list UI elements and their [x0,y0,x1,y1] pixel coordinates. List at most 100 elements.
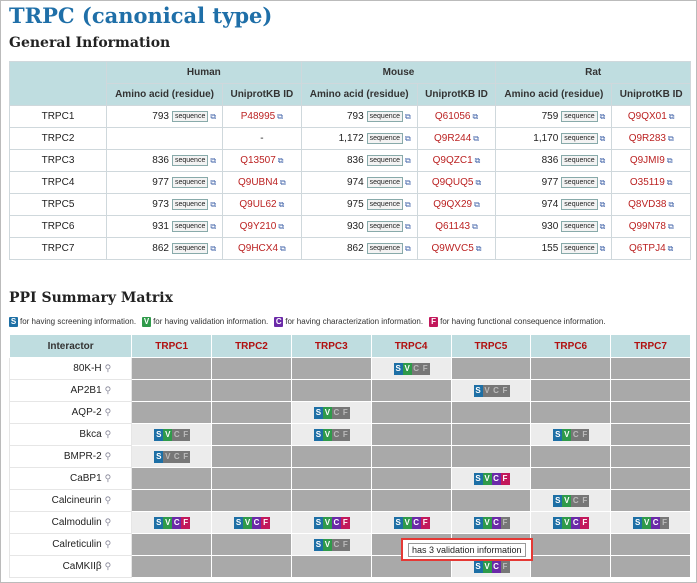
badge-v[interactable]: V [482,560,492,573]
sequence-link[interactable]: sequence [561,198,598,210]
badge-c[interactable]: C [571,494,581,507]
badge-f[interactable]: F [181,516,191,529]
badge-f[interactable]: F [340,406,350,419]
sequence-link[interactable]: sequence [366,198,403,210]
badge-f[interactable]: F [500,472,510,485]
matrix-cell[interactable]: SVCF [530,489,612,512]
evidence-badges[interactable]: SVCF [154,428,191,441]
sequence-link[interactable]: sequence [171,176,209,188]
matrix-cell[interactable]: SVCF [290,533,372,556]
badge-s[interactable]: S [393,362,403,375]
matrix-cell[interactable]: SVCF [290,423,372,446]
matrix-cell[interactable]: SVCF [450,511,532,534]
badge-s[interactable]: S [473,560,483,573]
badge-s[interactable]: S [473,384,483,397]
interactor-name[interactable]: Bkca [79,429,101,440]
badge-c[interactable]: C [252,516,262,529]
evidence-badges[interactable]: SVCF [313,538,350,551]
badge-s[interactable]: S [553,516,563,529]
badge-v[interactable]: V [243,516,253,529]
badge-s[interactable]: S [154,428,164,441]
evidence-badges[interactable]: SVCF [154,450,191,463]
badge-v[interactable]: V [322,516,332,529]
matrix-cell[interactable]: SVCF [450,467,532,490]
uniprot-link[interactable]: Q61056 [435,111,471,122]
badge-v[interactable]: V [322,428,332,441]
badge-f[interactable]: F [340,516,350,529]
evidence-badges[interactable]: SVCF [313,516,350,529]
evidence-badges[interactable]: SVCF [234,516,271,529]
badge-s[interactable]: S [313,428,323,441]
badge-v[interactable]: V [482,472,492,485]
uniprot-link[interactable]: Q9QZC1 [433,155,473,166]
uniprot-link[interactable]: Q9QX01 [628,111,667,122]
matrix-cell[interactable]: SVCF [131,511,213,534]
search-icon[interactable]: ⚲ [105,363,112,373]
badge-f[interactable]: F [500,384,510,397]
badge-s[interactable]: S [473,472,483,485]
matrix-cell[interactable]: SVCF [290,401,372,424]
uniprot-link[interactable]: Q9WVC5 [432,243,474,254]
badge-f[interactable]: F [261,516,271,529]
badge-c[interactable]: C [331,428,341,441]
interactor-name[interactable]: AQP-2 [72,407,102,418]
evidence-badges[interactable]: SVCF [393,362,430,375]
interactor-name[interactable]: CaMKIIβ [63,561,102,572]
matrix-cell[interactable]: SVCF [131,423,213,446]
badge-f[interactable]: F [500,516,510,529]
badge-v[interactable]: V [163,450,173,463]
badge-c[interactable]: C [331,538,341,551]
matrix-cell[interactable]: SVCF [370,511,452,534]
badge-f[interactable]: F [181,450,191,463]
sequence-link[interactable]: sequence [171,154,209,166]
uniprot-link[interactable]: Q9Y210 [240,221,277,232]
uniprot-link[interactable]: Q9R244 [434,133,471,144]
evidence-badges[interactable]: SVCF [154,516,191,529]
matrix-cell[interactable]: SVCF [290,511,372,534]
search-icon[interactable]: ⚲ [105,473,112,483]
evidence-badges[interactable]: SVCF [553,516,590,529]
interactor-name[interactable]: CaBP1 [70,473,102,484]
sequence-link[interactable]: sequence [561,220,598,232]
evidence-badges[interactable]: SVCF [633,516,670,529]
evidence-badges[interactable]: SVCF [553,428,590,441]
uniprot-link[interactable]: Q9UBN4 [238,177,278,188]
badge-v[interactable]: V [402,516,412,529]
evidence-badges[interactable]: SVCF [473,384,510,397]
sequence-link[interactable]: sequence [366,132,403,144]
badge-c[interactable]: C [172,428,182,441]
badge-c[interactable]: C [651,516,661,529]
search-icon[interactable]: ⚲ [105,517,112,527]
badge-s[interactable]: S [154,516,164,529]
sequence-link[interactable]: sequence [171,198,209,210]
matrix-cell[interactable]: SVCF [530,423,612,446]
badge-v[interactable]: V [322,406,332,419]
sequence-link[interactable]: sequence [561,242,598,254]
sequence-link[interactable]: sequence [366,242,403,254]
badge-v[interactable]: V [642,516,652,529]
interactor-name[interactable]: Calcineurin [52,495,102,506]
evidence-badges[interactable]: SVCF [473,516,510,529]
badge-f[interactable]: F [340,428,350,441]
badge-c[interactable]: C [331,406,341,419]
uniprot-link[interactable]: Q99N78 [629,221,666,232]
badge-c[interactable]: C [331,516,341,529]
matrix-cell[interactable]: SVCF [450,379,532,402]
badge-s[interactable]: S [313,516,323,529]
uniprot-link[interactable]: Q9HCX4 [238,243,278,254]
sequence-link[interactable]: sequence [171,110,209,122]
badge-v[interactable]: V [562,494,572,507]
badge-c[interactable]: C [411,516,421,529]
badge-f[interactable]: F [500,560,510,573]
matrix-cell[interactable]: SVCF [370,357,452,380]
uniprot-link[interactable]: Q9JMI9 [630,155,665,166]
badge-c[interactable]: C [491,384,501,397]
matrix-cell[interactable]: SVCF [530,511,612,534]
badge-v[interactable]: V [163,428,173,441]
matrix-cell[interactable]: SVCF [131,445,213,468]
badge-v[interactable]: V [482,516,492,529]
badge-s[interactable]: S [313,538,323,551]
badge-v[interactable]: V [482,384,492,397]
badge-v[interactable]: V [163,516,173,529]
sequence-link[interactable]: sequence [171,220,209,232]
